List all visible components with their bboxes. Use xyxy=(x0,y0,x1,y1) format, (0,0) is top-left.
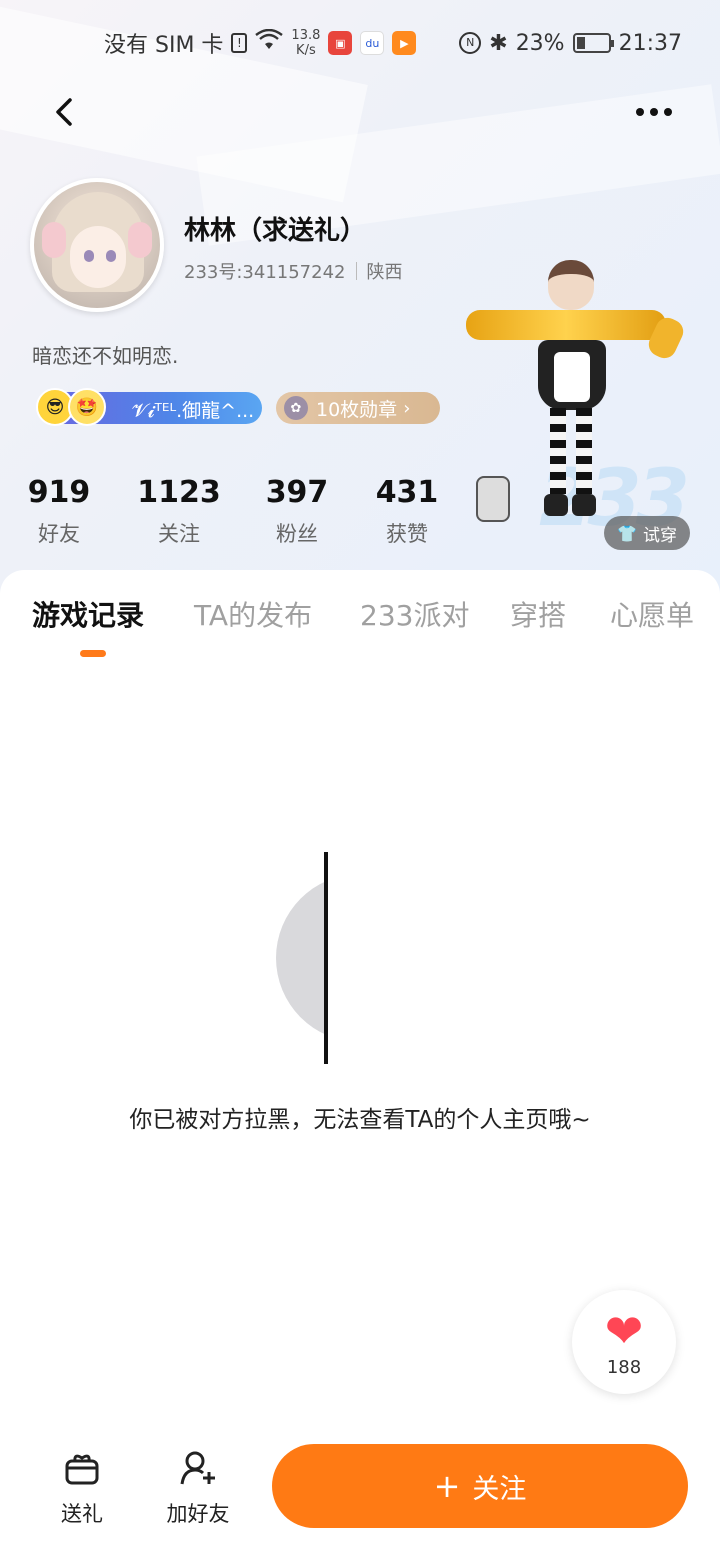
blocked-illustration xyxy=(274,852,334,1066)
content-card: 游戏记录 TA的发布 233派对 穿搭 心愿单 你已被对方拉黑，无法查看TA的个… xyxy=(0,570,720,1560)
gift-label: 送礼 xyxy=(61,1502,103,1526)
dragon-weapon xyxy=(466,310,666,340)
stat-label: 好友 xyxy=(38,522,80,546)
active-tab-indicator xyxy=(80,650,106,657)
huawei-store-icon: ▣ xyxy=(328,31,353,55)
stat-following[interactable]: 1123 关注 xyxy=(124,474,234,548)
tab-game-records[interactable]: 游戏记录 xyxy=(32,594,144,634)
sim-alert-icon: ! xyxy=(231,33,248,53)
stat-likes[interactable]: 431 获赞 xyxy=(352,474,462,548)
tab-posts[interactable]: TA的发布 xyxy=(194,594,312,634)
nfc-icon: N xyxy=(459,32,482,54)
gift-icon xyxy=(65,1454,99,1485)
tab-wishlist[interactable]: 心愿单 xyxy=(610,594,694,634)
heart-icon: ❤ xyxy=(604,1303,644,1358)
nickname: 林林（求送礼） xyxy=(184,216,367,246)
stat-value: 397 xyxy=(265,475,329,510)
add-friend-label: 加好友 xyxy=(166,1502,230,1526)
stat-fans[interactable]: 397 粉丝 xyxy=(242,474,352,548)
stat-value: 1123 xyxy=(137,475,221,510)
chevron-left-icon xyxy=(56,98,72,126)
add-friend-icon xyxy=(180,1451,215,1485)
avatar-3d-figure[interactable]: 233 xyxy=(464,244,690,544)
signature: 暗恋还不如明恋. xyxy=(32,344,179,368)
follow-button[interactable]: + 关注 xyxy=(272,1444,688,1528)
battery-icon xyxy=(572,33,614,53)
add-friend-button[interactable]: 加好友 xyxy=(156,1448,240,1538)
stat-label: 关注 xyxy=(158,522,200,546)
plus-icon: + xyxy=(433,1467,461,1505)
net-speed: 13.8 K/s xyxy=(291,28,320,58)
stat-friends[interactable]: 919 好友 xyxy=(4,474,114,548)
pet-figure xyxy=(476,476,510,522)
more-dots-icon xyxy=(636,108,672,116)
uid-line: 233号:341157242 陕西 xyxy=(184,258,403,284)
wifi-icon xyxy=(255,28,284,57)
avatar[interactable] xyxy=(30,178,164,312)
status-bar: 没有 SIM 卡 ! 13.8 K/s ▣ du ▶ N ✱ 23% 21:37 xyxy=(0,22,720,64)
tab-outfits[interactable]: 穿搭 xyxy=(510,594,566,634)
bottom-action-bar: 送礼 加好友 + 关注 xyxy=(0,1430,720,1560)
location: 陕西 xyxy=(366,262,403,283)
try-on-label: 试穿 xyxy=(642,525,677,546)
title-badge[interactable]: 😎 🤩 𝓥𝓲ᵀᴱᴸ.御龍^... xyxy=(36,388,262,426)
medal-count: 10枚勋章 xyxy=(316,398,398,421)
like-button[interactable]: ❤ 188 xyxy=(572,1290,676,1394)
star-eyes-emoji-icon: 🤩 xyxy=(68,388,106,426)
blocked-message: 你已被对方拉黑，无法查看TA的个人主页哦~ xyxy=(129,1107,591,1133)
stat-value: 919 xyxy=(27,475,91,510)
shirt-icon: 👕 xyxy=(617,523,637,543)
stat-label: 获赞 xyxy=(386,522,428,546)
stat-value: 431 xyxy=(375,475,439,510)
profile-page: 没有 SIM 卡 ! 13.8 K/s ▣ du ▶ N ✱ 23% 21:37 xyxy=(0,0,720,1560)
medal-icon: ✿ xyxy=(284,396,308,420)
stat-label: 粉丝 xyxy=(276,522,318,546)
chevron-right-icon: › xyxy=(403,397,411,419)
badge-text: 𝓥𝓲ᵀᴱᴸ.御龍^... xyxy=(132,400,255,422)
gift-button[interactable]: 送礼 xyxy=(40,1448,124,1538)
tab-bar: 游戏记录 TA的发布 233派对 穿搭 心愿单 xyxy=(0,594,720,654)
carrier-label: 没有 SIM 卡 xyxy=(104,33,224,58)
video-app-icon: ▶ xyxy=(392,31,417,55)
medals-button[interactable]: ✿ 10枚勋章 › xyxy=(276,392,440,424)
stats-row: 919 好友 1123 关注 397 粉丝 431 获赞 xyxy=(0,474,470,554)
clock: 21:37 xyxy=(618,30,682,56)
like-count: 188 xyxy=(606,1356,642,1378)
baidu-icon: du xyxy=(360,31,385,55)
divider xyxy=(355,262,357,280)
net-speed-value: 13.8 xyxy=(291,28,321,43)
try-on-button[interactable]: 👕 试穿 xyxy=(604,516,690,550)
follow-label: 关注 xyxy=(472,1473,527,1505)
more-options-button[interactable] xyxy=(632,92,676,132)
tab-233-party[interactable]: 233派对 xyxy=(360,594,469,634)
bluetooth-icon: ✱ xyxy=(489,30,508,56)
user-id[interactable]: 233号:341157242 xyxy=(184,258,346,284)
battery-percent: 23% xyxy=(515,30,565,56)
back-button[interactable] xyxy=(46,92,86,132)
net-speed-unit: K/s xyxy=(296,43,316,58)
